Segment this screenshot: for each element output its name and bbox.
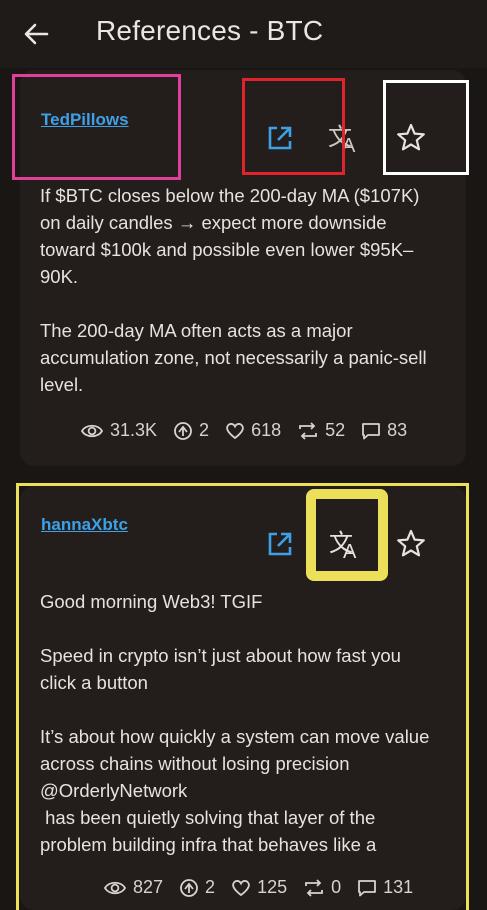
views-count: 31.3K (110, 420, 158, 440)
page-title: References - BTC (96, 15, 324, 46)
heart-icon (226, 422, 244, 439)
open-link-highlight-box (242, 78, 345, 175)
likes-stat[interactable]: 618 (225, 420, 281, 441)
reposts-stat[interactable]: 52 (297, 420, 345, 441)
boost-icon (174, 421, 192, 440)
back-arrow-icon[interactable] (20, 18, 52, 50)
comment-icon (362, 422, 381, 439)
repost-icon (299, 421, 318, 440)
post-stats: 31.3K 2 618 52 83 (80, 420, 423, 441)
boosts-stat: 2 (173, 420, 209, 441)
post-highlight-box (16, 483, 469, 910)
translate-highlight-box (306, 489, 388, 581)
author-highlight-box (12, 74, 181, 180)
views-stat: 31.3K (80, 420, 157, 441)
app-header: References - BTC (0, 0, 487, 68)
reposts-count: 52 (325, 420, 346, 440)
post-body-text: If $BTC closes below the 200-day MA ($10… (40, 185, 427, 395)
comments-stat[interactable]: 83 (361, 420, 407, 441)
boosts-count: 2 (199, 420, 210, 440)
comments-count: 83 (387, 420, 408, 440)
star-highlight-box (383, 80, 469, 175)
eye-icon (80, 424, 104, 437)
likes-count: 618 (251, 420, 282, 440)
